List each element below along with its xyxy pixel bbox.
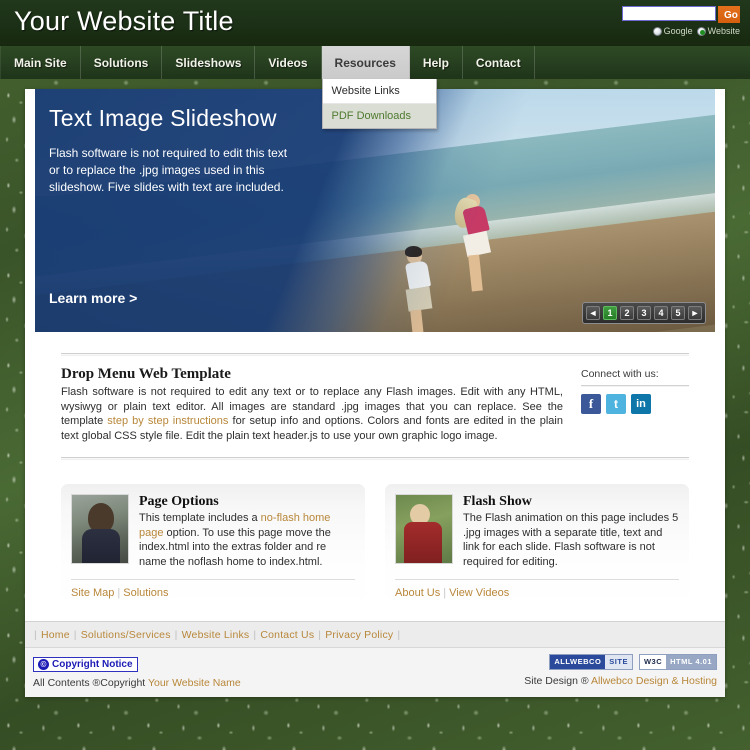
slide-title: Text Image Slideshow <box>49 105 277 131</box>
footer-links: | Home | Solutions/Services | Website Links | C… <box>34 629 401 641</box>
page-title: Your Website Title <box>14 6 234 36</box>
resources-dropdown-menu: Website Links PDF Downloads <box>321 79 437 129</box>
slide-button-5[interactable]: 5 <box>671 306 685 320</box>
search-go-button[interactable]: Go <box>718 6 740 23</box>
flash-show-divider <box>395 579 679 580</box>
nav-item-slideshows[interactable]: Slideshows <box>162 46 256 79</box>
feature-box-flash-show: Flash Show The Flash animation on this p… <box>385 484 689 609</box>
copyright-text-prefix: All Contents ®Copyright <box>33 677 148 689</box>
links-separator: | <box>117 587 121 599</box>
footer-link-privacy-policy[interactable]: Privacy Policy <box>325 629 393 641</box>
slide-button-1[interactable]: 1 <box>603 306 617 320</box>
radio-website-label: Website <box>707 26 740 36</box>
nav-item-help[interactable]: Help <box>410 46 463 79</box>
link-view-videos[interactable]: View Videos <box>449 587 509 599</box>
page-options-heading: Page Options <box>139 494 219 509</box>
radio-website-icon[interactable] <box>696 26 706 36</box>
feature-box-page-options: Page Options This template includes a no… <box>61 484 365 609</box>
connect-divider <box>581 385 689 387</box>
w3c-badge-left: W3C <box>639 655 667 669</box>
copyright-notice-badge[interactable]: © Copyright Notice <box>33 657 138 672</box>
w3c-badge-right: HTML 4.01 <box>666 655 716 669</box>
intro-inline-link[interactable]: step by step instructions <box>107 415 228 427</box>
allwebco-badge-right: SITE <box>605 655 632 669</box>
facebook-icon[interactable]: f <box>581 394 601 414</box>
nav-item-resources-label: Resources <box>334 55 396 70</box>
page-options-text-part-1: This template includes a <box>139 512 261 524</box>
flash-show-thumbnail <box>395 494 453 564</box>
site-design-credit: Site Design ® Allwebco Design & Hosting <box>524 675 717 687</box>
intro-heading: Drop Menu Web Template <box>61 366 231 382</box>
radio-option-website[interactable]: Website <box>696 26 740 36</box>
main-navigation: Main Site Solutions Slideshows Videos Re… <box>0 46 750 129</box>
nav-item-resources[interactable]: Resources Website Links PDF Downloads <box>321 46 437 129</box>
twitter-icon[interactable]: t <box>606 394 626 414</box>
radio-option-google[interactable]: Google <box>652 26 693 36</box>
linkedin-icon[interactable]: in <box>631 394 651 414</box>
divider-middle <box>61 457 689 460</box>
footer-credits-block: ALLWEBCO SITE W3C HTML 4.01 Site Design … <box>524 654 717 687</box>
feature-boxes: Page Options This template includes a no… <box>61 484 689 609</box>
slide-prev-button[interactable]: ◄ <box>586 306 600 320</box>
copyright-notice-label: Copyright Notice <box>52 659 133 670</box>
divider-top <box>61 353 689 356</box>
footer-link-home[interactable]: Home <box>41 629 70 641</box>
page-options-text: This template includes a no-flash home p… <box>139 511 355 569</box>
link-about-us[interactable]: About Us <box>395 587 440 599</box>
footer-link-website-links[interactable]: Website Links <box>182 629 250 641</box>
site-header: Your Website Title Go Google Website <box>0 0 750 46</box>
slide-text-block: Text Image Slideshow Flash software is n… <box>49 105 289 196</box>
links-separator: | <box>443 587 447 599</box>
radio-google-icon[interactable] <box>652 26 662 36</box>
slide-button-4[interactable]: 4 <box>654 306 668 320</box>
slide-learn-more-link[interactable]: Learn more > <box>49 290 137 306</box>
intro-block: Drop Menu Web Template Flash software is… <box>61 366 563 443</box>
footer-link-solutions-services[interactable]: Solutions/Services <box>81 629 171 641</box>
page-options-divider <box>71 579 355 580</box>
connect-heading: Connect with us: <box>581 368 659 380</box>
page-options-text-part-2: option. To use this page move the index.… <box>139 526 331 568</box>
search-input[interactable] <box>622 6 716 21</box>
link-solutions[interactable]: Solutions <box>123 587 168 599</box>
site-design-prefix: Site Design ® <box>524 674 591 687</box>
slideshow-pagination: ◄ 1 2 3 4 5 ► <box>582 302 706 324</box>
nav-item-contact[interactable]: Contact <box>463 46 535 79</box>
slide-description: Flash software is not required to edit t… <box>49 146 288 194</box>
intro-paragraph: Flash software is not required to edit a… <box>61 385 563 443</box>
allwebco-badge-left: ALLWEBCO <box>550 655 606 669</box>
copyright-website-name[interactable]: Your Website Name <box>148 677 241 689</box>
page-options-links: Site Map | Solutions <box>71 587 355 609</box>
main-content: Drop Menu Web Template Flash software is… <box>25 353 725 609</box>
social-icons: f t in <box>581 394 689 414</box>
dropdown-item-pdf-downloads[interactable]: PDF Downloads <box>322 104 436 128</box>
slide-button-2[interactable]: 2 <box>620 306 634 320</box>
radio-google-label: Google <box>663 26 693 36</box>
footer-copyright-block: © Copyright Notice All Contents ®Copyrig… <box>33 654 241 689</box>
flash-show-text: The Flash animation on this page include… <box>463 512 679 568</box>
slide-next-button[interactable]: ► <box>688 306 702 320</box>
footer-bottom: © Copyright Notice All Contents ®Copyrig… <box>25 647 725 697</box>
connect-block: Connect with us: f t in <box>581 366 689 443</box>
footer-links-band: | Home | Solutions/Services | Website Links | C… <box>25 621 725 647</box>
footer-badges: ALLWEBCO SITE W3C HTML 4.01 <box>524 654 717 670</box>
site-design-name[interactable]: Allwebco Design & Hosting <box>591 675 717 687</box>
link-site-map[interactable]: Site Map <box>71 587 114 599</box>
flash-show-heading: Flash Show <box>463 494 532 509</box>
slide-button-3[interactable]: 3 <box>637 306 651 320</box>
nav-item-videos[interactable]: Videos <box>255 46 322 79</box>
copyright-icon: © <box>38 659 49 670</box>
page-wrapper: Text Image Slideshow Flash software is n… <box>0 89 750 697</box>
nav-item-main-site[interactable]: Main Site <box>0 46 81 79</box>
search-scope-radios: Google Website <box>605 26 740 36</box>
dropdown-item-website-links[interactable]: Website Links <box>322 79 436 104</box>
content-panel: Text Image Slideshow Flash software is n… <box>25 89 725 697</box>
allwebco-site-badge[interactable]: ALLWEBCO SITE <box>549 654 633 670</box>
copyright-text: All Contents ®Copyright Your Website Nam… <box>33 677 241 689</box>
w3c-html-badge[interactable]: W3C HTML 4.01 <box>638 654 717 670</box>
flash-show-links: About Us | View Videos <box>395 587 679 609</box>
footer-link-contact-us[interactable]: Contact Us <box>260 629 314 641</box>
nav-item-solutions[interactable]: Solutions <box>81 46 163 79</box>
page-options-thumbnail <box>71 494 129 564</box>
search-area: Go Google Website <box>605 6 740 36</box>
